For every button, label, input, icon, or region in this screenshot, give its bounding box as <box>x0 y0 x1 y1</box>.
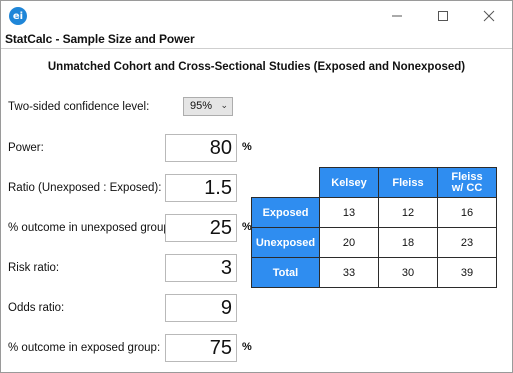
odds-ratio-label: Odds ratio: <box>8 302 65 314</box>
confidence-level-select[interactable]: 95% ⌄ <box>183 97 233 116</box>
risk-ratio-label: Risk ratio: <box>8 262 60 274</box>
power-unit: % <box>242 141 252 153</box>
column-header-fleiss: Fleiss <box>378 167 438 198</box>
table-cell: 39 <box>437 257 497 288</box>
power-input[interactable]: 80 <box>165 134 237 162</box>
table-cell: 20 <box>319 227 379 258</box>
confidence-level-label: Two-sided confidence level: <box>8 101 150 113</box>
exposed-outcome-input[interactable]: 75 <box>165 334 237 362</box>
statcalc-window: ei StatCalc - Sample Size and Power Unma… <box>0 0 513 373</box>
close-icon <box>483 10 495 22</box>
app-logo-icon: ei <box>9 7 27 25</box>
table-cell: 13 <box>319 197 379 228</box>
row-header-exposed: Exposed <box>251 197 320 228</box>
exposed-outcome-unit: % <box>242 341 252 353</box>
row-header-total: Total <box>251 257 320 288</box>
table-cell: 12 <box>378 197 438 228</box>
column-header-kelsey: Kelsey <box>319 167 379 198</box>
close-button[interactable] <box>466 1 512 31</box>
table-row-unexposed: Unexposed 20 18 23 <box>251 227 497 258</box>
table-cell: 16 <box>437 197 497 228</box>
results-table: Kelsey Fleiss Fleiss w/ CC Exposed 13 12… <box>251 167 497 288</box>
title-bar[interactable]: ei <box>1 1 512 31</box>
chevron-down-icon: ⌄ <box>220 100 228 110</box>
table-cell: 18 <box>378 227 438 258</box>
power-label: Power: <box>8 142 44 154</box>
app-title: StatCalc - Sample Size and Power <box>5 32 195 46</box>
app-title-bar: StatCalc - Sample Size and Power <box>1 31 512 49</box>
confidence-level-value: 95% <box>190 100 213 112</box>
unexposed-outcome-label: % outcome in unexposed group: <box>8 222 173 234</box>
unexposed-outcome-input[interactable]: 25 <box>165 214 237 242</box>
ratio-input[interactable]: 1.5 <box>165 174 237 202</box>
table-corner <box>252 168 320 198</box>
risk-ratio-input[interactable]: 3 <box>165 254 237 282</box>
page-heading: Unmatched Cohort and Cross-Sectional Stu… <box>47 61 466 73</box>
table-row-total: Total 33 30 39 <box>251 257 497 288</box>
table-row-exposed: Exposed 13 12 16 <box>251 197 497 228</box>
table-cell: 33 <box>319 257 379 288</box>
results-header-row: Kelsey Fleiss Fleiss w/ CC <box>252 167 497 198</box>
ratio-label: Ratio (Unexposed : Exposed): <box>8 182 162 194</box>
minimize-button[interactable] <box>374 1 420 31</box>
maximize-button[interactable] <box>420 1 466 31</box>
table-cell: 30 <box>378 257 438 288</box>
maximize-icon <box>438 11 448 21</box>
column-header-fleiss-cc: Fleiss w/ CC <box>437 167 497 198</box>
exposed-outcome-label: % outcome in exposed group: <box>8 342 161 354</box>
row-header-unexposed: Unexposed <box>251 227 320 258</box>
odds-ratio-input[interactable]: 9 <box>165 294 237 322</box>
minimize-icon <box>392 15 402 17</box>
table-cell: 23 <box>437 227 497 258</box>
